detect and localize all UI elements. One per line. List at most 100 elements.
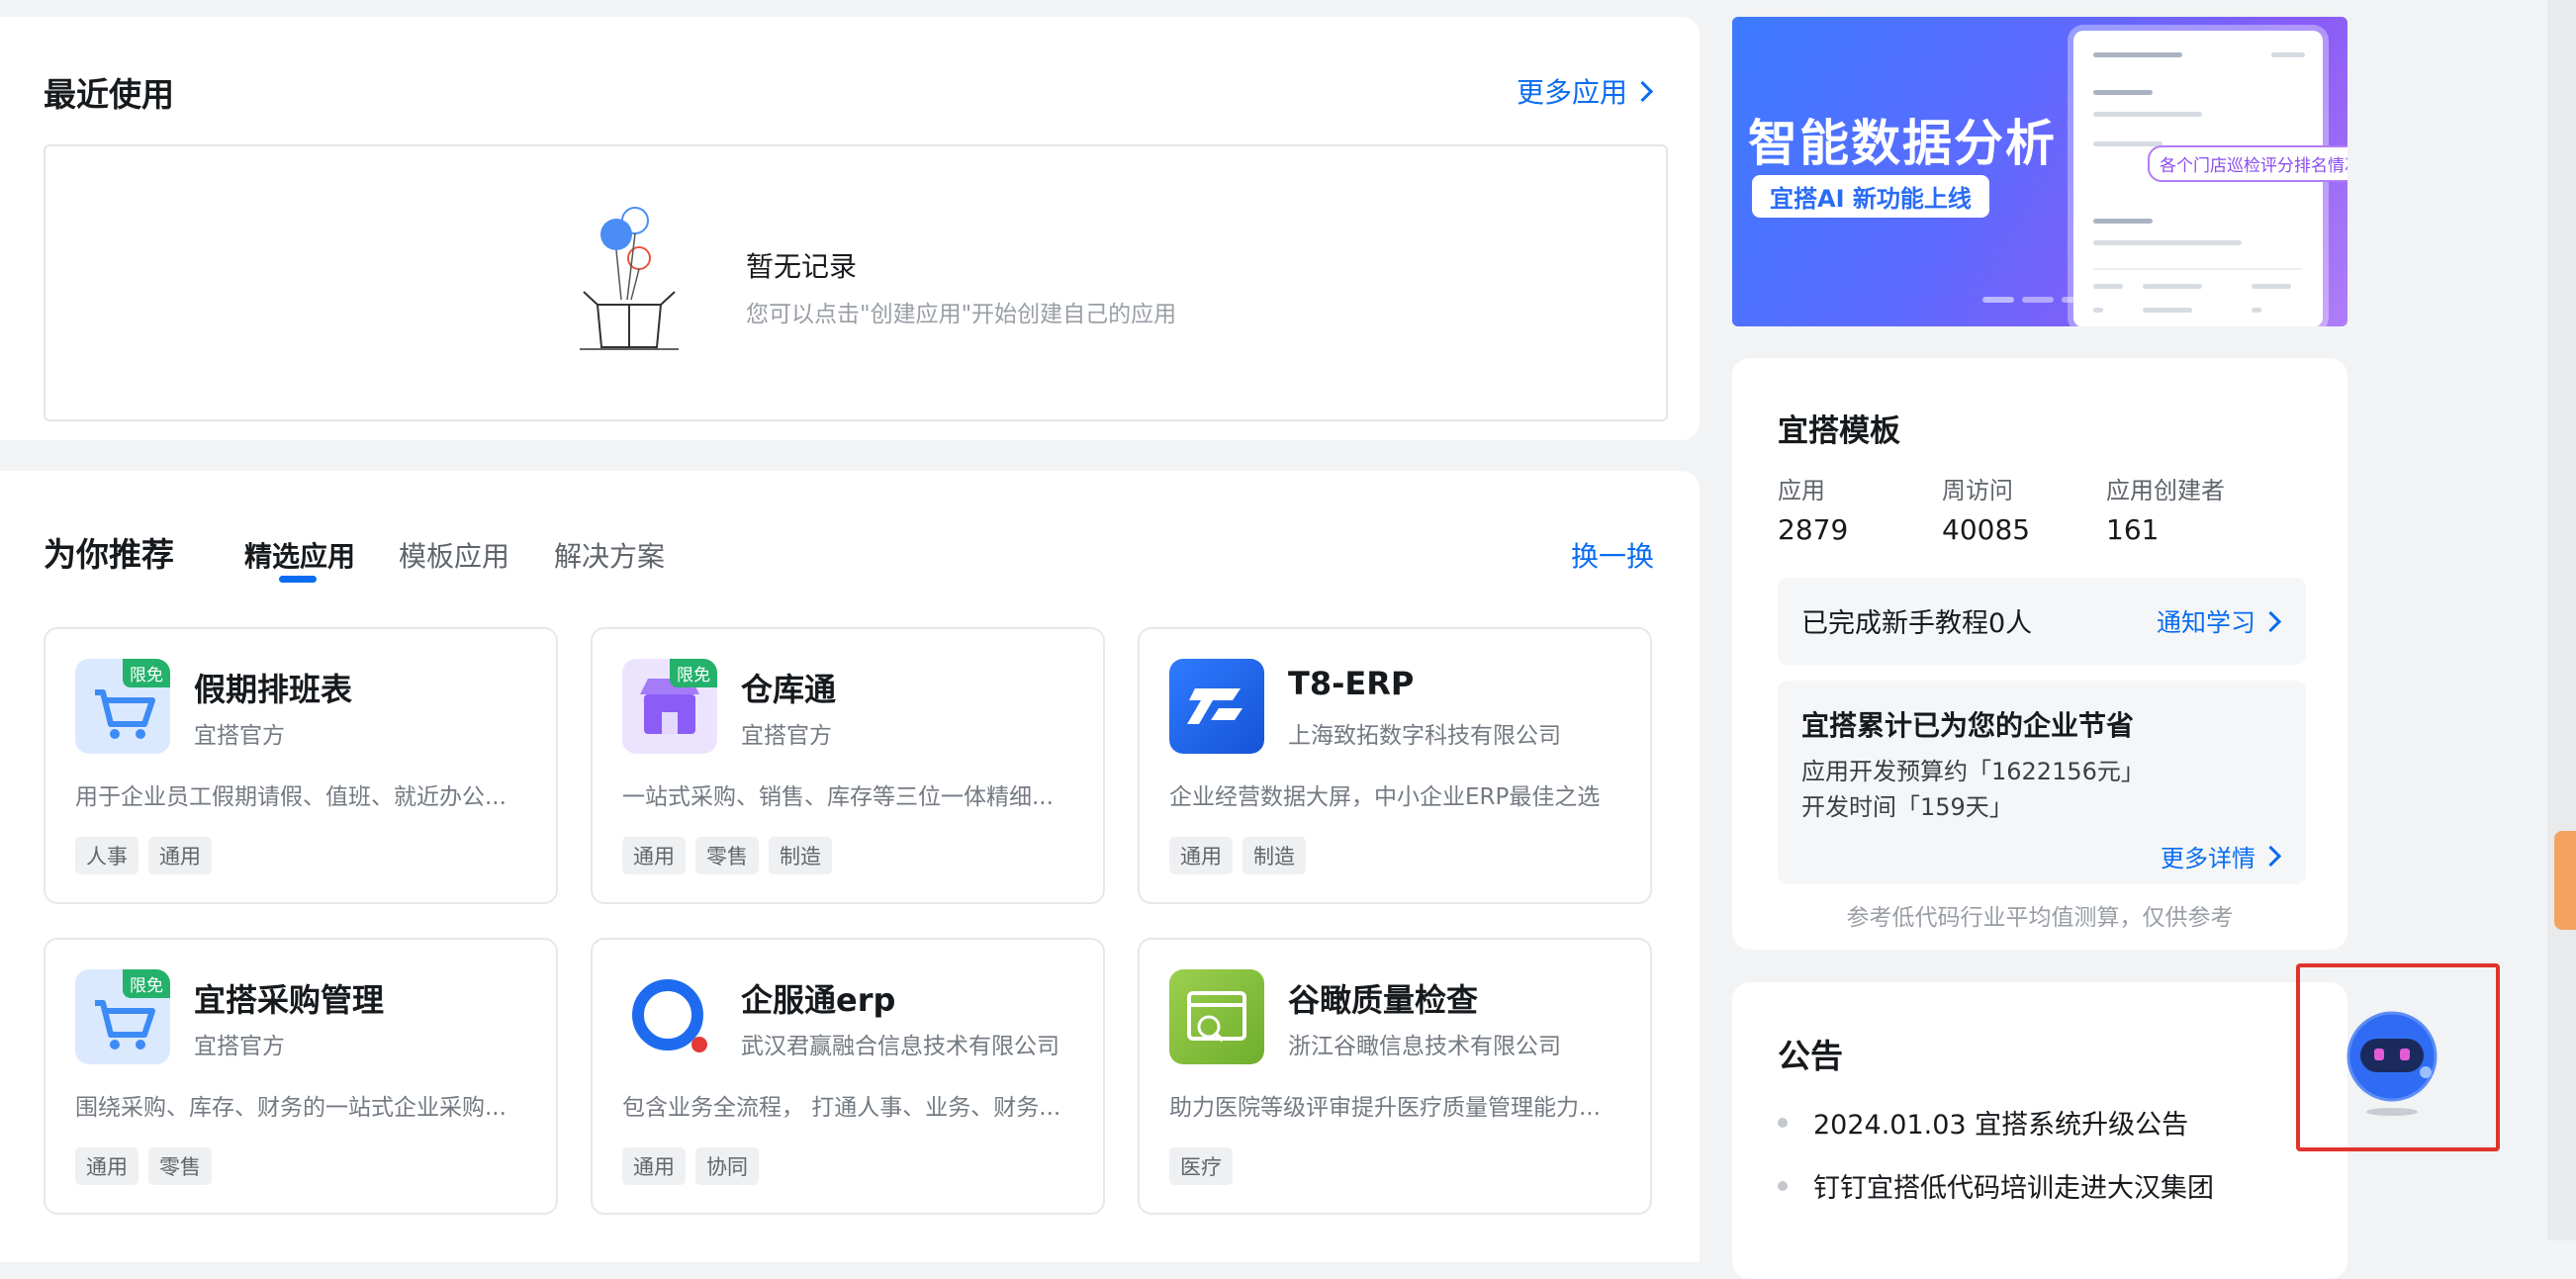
stat-label-weekly-visits: 周访问 bbox=[1942, 477, 2013, 504]
tag: 零售 bbox=[148, 1147, 212, 1185]
shopping-cart-icon: 限免 bbox=[75, 659, 170, 754]
active-tab-indicator bbox=[279, 576, 317, 583]
app-card-qifutong-erp[interactable]: 企服通erp 武汉君赢融合信息技术有限公司 包含业务全流程， 打通人事、业务、财… bbox=[591, 938, 1105, 1215]
limited-free-badge: 限免 bbox=[670, 659, 717, 687]
app-card-holiday-schedule[interactable]: 限免 假期排班表 宜搭官方 用于企业员工假期请假、值班、就近办公... 人事 通… bbox=[44, 627, 558, 904]
promo-banner[interactable]: 智能数据分析 宜搭AI 新功能上线 各个门店巡检评分排名情况 bbox=[1732, 17, 2347, 326]
app-name: T8-ERP bbox=[1288, 665, 1415, 702]
tab-featured-apps[interactable]: 精选应用 bbox=[244, 535, 355, 575]
carousel-dot[interactable] bbox=[2062, 297, 2093, 303]
tag: 制造 bbox=[769, 837, 832, 874]
chevron-right-icon bbox=[1631, 80, 1654, 102]
tag: 制造 bbox=[1242, 837, 1306, 874]
bullet-icon bbox=[1778, 1117, 1788, 1128]
side-promo-tab[interactable] bbox=[2554, 831, 2576, 930]
app-vendor: 上海致拓数字科技有限公司 bbox=[1288, 723, 1561, 749]
tag: 医疗 bbox=[1169, 1147, 1233, 1185]
app-description: 助力医院等级评审提升医疗质量管理能力... bbox=[1169, 1095, 1601, 1121]
carousel-dot[interactable] bbox=[1982, 297, 2014, 303]
stat-value-apps: 2879 bbox=[1778, 513, 1849, 546]
app-card-gukan-quality[interactable]: 谷瞰质量检查 浙江谷瞰信息技术有限公司 助力医院等级评审提升医疗质量管理能力..… bbox=[1138, 938, 1652, 1215]
ring-logo-icon bbox=[622, 969, 717, 1064]
limited-free-badge: 限免 bbox=[123, 659, 170, 687]
empty-state: 暂无记录 您可以点击"创建应用"开始创建自己的应用 bbox=[44, 144, 1668, 421]
notice-item[interactable]: 2024.01.03 宜搭系统升级公告 bbox=[1778, 1103, 2188, 1142]
app-card-t8-erp[interactable]: T8-ERP 上海致拓数字科技有限公司 企业经营数据大屏，中小企业ERP最佳之选… bbox=[1138, 627, 1652, 904]
app-name: 宜搭采购管理 bbox=[194, 981, 385, 1019]
more-details-link[interactable]: 更多详情 bbox=[2161, 839, 2282, 873]
recent-title: 最近使用 bbox=[44, 75, 174, 114]
empty-description: 您可以点击"创建应用"开始创建自己的应用 bbox=[746, 302, 1177, 327]
chevron-right-icon bbox=[2259, 610, 2282, 632]
stat-value-creators: 161 bbox=[2106, 513, 2160, 546]
tab-template-apps[interactable]: 模板应用 bbox=[399, 535, 509, 575]
banner-bubble: 各个门店巡检评分排名情况 bbox=[2148, 145, 2347, 182]
ai-assistant-robot-icon[interactable] bbox=[2345, 1009, 2439, 1118]
app-vendor: 宜搭官方 bbox=[194, 1034, 285, 1059]
template-title: 宜搭模板 bbox=[1778, 413, 1900, 449]
tag: 通用 bbox=[622, 1147, 686, 1185]
banner-headline: 智能数据分析 bbox=[1748, 115, 2057, 172]
limited-free-badge: 限免 bbox=[123, 969, 170, 998]
tutorial-box: 已完成新手教程0人 通知学习 bbox=[1778, 578, 2306, 665]
banner-pill: 宜搭AI 新功能上线 bbox=[1752, 175, 1989, 218]
store-icon: 限免 bbox=[622, 659, 717, 754]
recommend-card: 为你推荐 精选应用 模板应用 解决方案 换一换 限免 假期排班表 宜搭官方 用于… bbox=[0, 471, 1700, 1262]
more-apps-label: 更多应用 bbox=[1516, 76, 1627, 109]
app-name: 企服通erp bbox=[741, 981, 896, 1019]
t8-logo-icon bbox=[1169, 659, 1264, 754]
app-vendor: 宜搭官方 bbox=[741, 723, 832, 749]
notice-item-label: 2024.01.03 宜搭系统升级公告 bbox=[1813, 1110, 2189, 1141]
carousel-dot[interactable] bbox=[2022, 297, 2054, 303]
quality-check-icon bbox=[1169, 969, 1264, 1064]
chevron-right-icon bbox=[2259, 845, 2282, 868]
app-description: 围绕采购、库存、财务的一站式企业采购... bbox=[75, 1095, 506, 1121]
recommend-title: 为你推荐 bbox=[44, 535, 174, 574]
savings-title: 宜搭累计已为您的企业节省 bbox=[1801, 709, 2135, 742]
more-details-label: 更多详情 bbox=[2161, 845, 2255, 872]
recent-card: 最近使用 更多应用 暂无记录 您可以点击"创建应用"开始创建自己的应用 bbox=[0, 17, 1700, 440]
app-tags: 医疗 bbox=[1169, 1147, 1233, 1185]
notice-title: 公告 bbox=[1778, 1037, 1843, 1075]
savings-budget: 应用开发预算约「1622156元」 bbox=[1801, 758, 2145, 785]
app-vendor: 武汉君赢融合信息技术有限公司 bbox=[741, 1034, 1059, 1059]
notice-item-label: 钉钉宜搭低代码培训走进大汉集团 bbox=[1813, 1173, 2214, 1204]
app-name: 仓库通 bbox=[741, 671, 837, 708]
tag: 人事 bbox=[75, 837, 138, 874]
empty-box-balloons-icon bbox=[580, 207, 679, 350]
stat-label-apps: 应用 bbox=[1778, 477, 1825, 504]
tutorial-text: 已完成新手教程0人 bbox=[1801, 608, 2033, 639]
app-vendor: 浙江谷瞰信息技术有限公司 bbox=[1288, 1034, 1561, 1059]
tutorial-link-label: 通知学习 bbox=[2156, 608, 2255, 637]
app-name: 谷瞰质量检查 bbox=[1288, 981, 1479, 1019]
template-card: 宜搭模板 应用 2879 周访问 40085 应用创建者 161 已完成新手教程… bbox=[1732, 358, 2347, 950]
savings-box: 宜搭累计已为您的企业节省 应用开发预算约「1622156元」 开发时间「159天… bbox=[1778, 681, 2306, 884]
app-card-purchase-management[interactable]: 限免 宜搭采购管理 宜搭官方 围绕采购、库存、财务的一站式企业采购... 通用 … bbox=[44, 938, 558, 1215]
tag: 通用 bbox=[148, 837, 212, 874]
app-description: 用于企业员工假期请假、值班、就近办公... bbox=[75, 784, 506, 810]
bullet-icon bbox=[1778, 1180, 1788, 1191]
app-description: 企业经营数据大屏，中小企业ERP最佳之选 bbox=[1169, 784, 1601, 810]
more-apps-link[interactable]: 更多应用 bbox=[1516, 71, 1654, 111]
tag: 通用 bbox=[1169, 837, 1233, 874]
app-tags: 通用 零售 制造 bbox=[622, 837, 832, 874]
stat-value-weekly-visits: 40085 bbox=[1942, 513, 2031, 546]
tag: 零售 bbox=[695, 837, 759, 874]
tab-solutions[interactable]: 解决方案 bbox=[554, 535, 665, 575]
empty-title: 暂无记录 bbox=[746, 250, 858, 283]
notice-item[interactable]: 钉钉宜搭低代码培训走进大汉集团 bbox=[1778, 1166, 2214, 1205]
tag: 通用 bbox=[75, 1147, 138, 1185]
scrollbar-track[interactable] bbox=[2547, 0, 2576, 1240]
app-tags: 通用 零售 bbox=[75, 1147, 212, 1185]
app-description: 包含业务全流程， 打通人事、业务、财务... bbox=[622, 1095, 1061, 1121]
refresh-link[interactable]: 换一换 bbox=[1571, 535, 1654, 575]
savings-time: 开发时间「159天」 bbox=[1801, 793, 2013, 821]
app-tags: 人事 通用 bbox=[75, 837, 212, 874]
tutorial-link[interactable]: 通知学习 bbox=[2156, 603, 2282, 639]
app-vendor: 宜搭官方 bbox=[194, 723, 285, 749]
app-tags: 通用 制造 bbox=[1169, 837, 1306, 874]
app-tags: 通用 协同 bbox=[622, 1147, 759, 1185]
shopping-cart-icon: 限免 bbox=[75, 969, 170, 1064]
app-card-warehouse[interactable]: 限免 仓库通 宜搭官方 一站式采购、销售、库存等三位一体精细... 通用 零售 … bbox=[591, 627, 1105, 904]
app-description: 一站式采购、销售、库存等三位一体精细... bbox=[622, 784, 1054, 810]
